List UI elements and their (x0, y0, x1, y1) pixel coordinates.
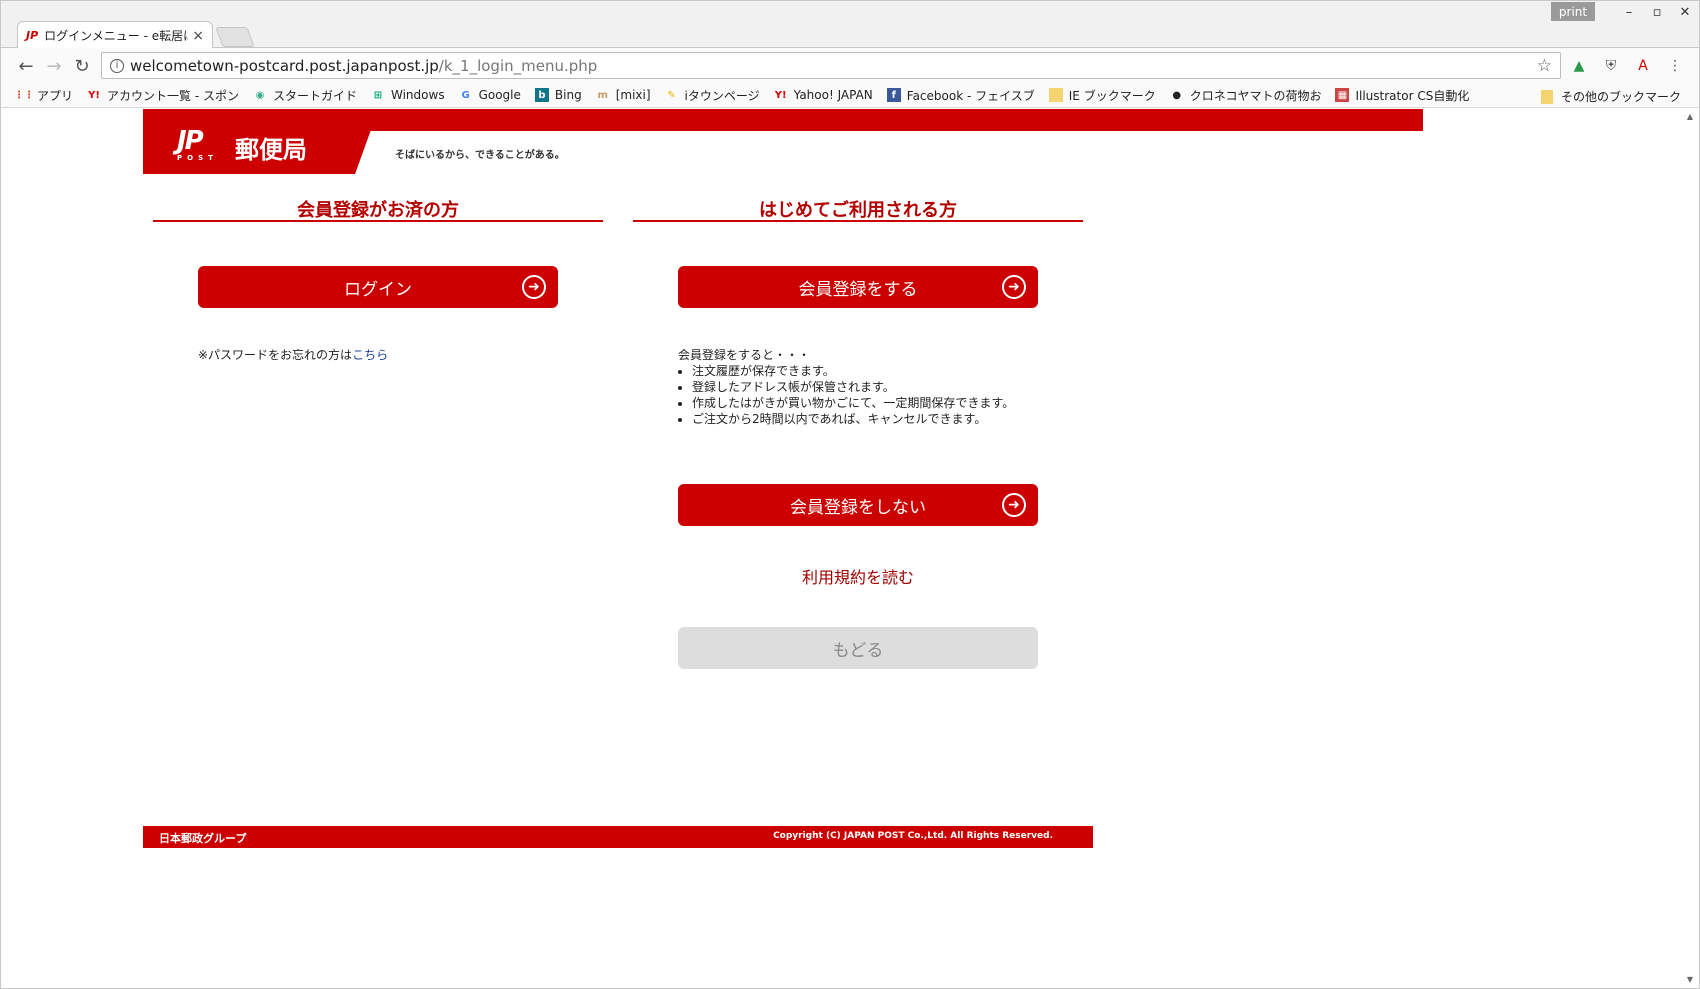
login-button[interactable]: ログイン ➜ (198, 266, 558, 308)
no-register-button-label: 会員登録をしない (790, 497, 926, 518)
japanpost-favicon-icon: JP (26, 29, 39, 42)
reload-icon[interactable]: ↻ (71, 55, 93, 77)
copyright-text: Copyright (C) JAPAN POST Co.,Ltd. All Ri… (773, 831, 1053, 841)
apps-grid-icon: ⋮⋮ (14, 89, 34, 101)
forgot-password-link[interactable]: こちら (352, 348, 388, 362)
benefits-list: 注文履歴が保存できます。 登録したアドレス帳が保管されます。 作成したはがきが買… (678, 363, 1038, 427)
shield-extension-icon[interactable]: ⛨ (1601, 56, 1621, 76)
bookmark-item[interactable]: G Google (459, 88, 520, 102)
url-path: /k_1_login_menu.php (438, 56, 598, 75)
browser-titlebar: JP ログインメニュー - e転居はが × print – ▫ ✕ (0, 0, 1700, 49)
terms-of-use-link[interactable]: 利用規約を読む (678, 564, 1038, 588)
arrow-right-circle-icon: ➜ (1002, 493, 1026, 517)
chrome-icon: ◉ (255, 89, 265, 101)
arrow-right-circle-icon: ➜ (1002, 275, 1026, 299)
continue-without-registration-button[interactable]: 会員登録をしない ➜ (678, 484, 1038, 526)
register-button[interactable]: 会員登録をする ➜ (678, 266, 1038, 308)
print-badge[interactable]: print (1551, 2, 1595, 21)
yahoo-icon: Y! (774, 89, 787, 101)
tagline: そばにいるから、できることがある。 (395, 150, 565, 161)
close-window-icon[interactable]: ✕ (1671, 1, 1699, 23)
login-button-label: ログイン (344, 279, 412, 300)
logo-name: 郵便局 (235, 136, 307, 164)
bookmark-item[interactable]: ◉ スタートガイド (253, 87, 357, 104)
facebook-icon: f (886, 88, 901, 102)
address-bar[interactable]: i welcometown-postcard.post.japanpost.jp… (101, 52, 1561, 79)
page-viewport[interactable]: ▲ ▼ JP POST 郵便局 そばにいるから、できることがある。 会員登録がお… (0, 108, 1700, 989)
arrow-right-circle-icon: ➜ (522, 275, 546, 299)
bookmark-item[interactable]: ▦ Illustrator CS自動化 (1335, 87, 1469, 104)
tab-close-icon[interactable]: × (192, 28, 204, 44)
bookmark-item[interactable]: m [mixi] (596, 88, 650, 102)
list-item: ご注文から2時間以内であれば、キャンセルできます。 (692, 411, 1038, 427)
bookmark-item[interactable]: ● クロネコヤマトの荷物お (1170, 87, 1321, 104)
bookmark-star-icon[interactable]: ☆ (1537, 56, 1552, 76)
new-tab-button[interactable] (215, 27, 255, 47)
itownpage-icon: ✎ (667, 89, 676, 101)
bookmark-item[interactable]: Y! アカウント一覧 - スポン (87, 87, 239, 104)
footer-bar: 日本郵政グループ Copyright (C) JAPAN POST Co.,Lt… (143, 826, 1093, 848)
menu-kebab-icon[interactable]: ⋮ (1665, 56, 1685, 76)
google-icon: G (461, 89, 470, 101)
back-arrow-icon[interactable]: ← (15, 55, 37, 77)
bookmark-item[interactable]: b Bing (534, 88, 582, 102)
list-item: 注文履歴が保存できます。 (692, 363, 1038, 379)
google-drive-icon[interactable]: ▲ (1569, 56, 1589, 76)
maximize-icon[interactable]: ▫ (1643, 1, 1671, 23)
minimize-icon[interactable]: – (1615, 1, 1643, 23)
bookmark-item[interactable]: IE ブックマーク (1048, 87, 1156, 104)
scroll-down-icon[interactable]: ▼ (1687, 975, 1693, 984)
first-time-section-heading: はじめてご利用される方 (633, 196, 1083, 222)
scroll-up-icon[interactable]: ▲ (1687, 112, 1693, 121)
bookmark-item[interactable]: ⋮⋮ アプリ (14, 87, 73, 104)
folder-icon (1048, 88, 1063, 102)
member-section-heading: 会員登録がお済の方 (153, 196, 603, 222)
list-item: 登録したアドレス帳が保管されます。 (692, 379, 1038, 395)
logo-post-text: POST (177, 154, 218, 162)
forward-arrow-icon[interactable]: → (43, 55, 65, 77)
mixi-icon: m (597, 89, 608, 101)
acrobat-extension-icon[interactable]: A (1633, 56, 1653, 76)
other-bookmarks[interactable]: その他のブックマーク (1540, 88, 1681, 105)
member-benefits: 会員登録をすると・・・ 注文履歴が保存できます。 登録したアドレス帳が保管されま… (678, 347, 1038, 427)
tab-title: ログインメニュー - e転居はが (44, 29, 188, 43)
register-button-label: 会員登録をする (798, 279, 918, 300)
kuroneko-icon: ● (1172, 89, 1182, 101)
back-button[interactable]: もどる (678, 627, 1038, 669)
yahoo-icon: Y! (88, 89, 100, 101)
bookmarks-bar: ⋮⋮ アプリ Y! アカウント一覧 - スポン ◉ スタートガイド ⊞ Windows … (0, 83, 1700, 108)
browser-toolbar: ← → ↻ i welcometown-postcard.post.japanp… (0, 48, 1700, 83)
bing-icon: b (534, 88, 549, 102)
window-controls: – ▫ ✕ (1615, 1, 1699, 23)
benefits-intro: 会員登録をすると・・・ (678, 348, 811, 362)
bookmark-item[interactable]: ⊞ Windows (371, 88, 445, 102)
browser-tab[interactable]: JP ログインメニュー - e転居はが × (17, 21, 213, 49)
bookmark-item[interactable]: Y! Yahoo! JAPAN (774, 88, 873, 102)
url-host: welcometown-postcard.post.japanpost.jp (130, 56, 439, 75)
illustrator-icon: ▦ (1335, 88, 1350, 102)
folder-icon (1540, 89, 1553, 104)
list-item: 作成したはがきが買い物かごにて、一定期間保存できます。 (692, 395, 1038, 411)
forgot-password-text: ※パスワードをお忘れの方はこちら (198, 348, 389, 362)
bookmark-item[interactable]: ✎ iタウンページ (665, 87, 759, 104)
site-info-icon[interactable]: i (110, 58, 124, 73)
windows-icon: ⊞ (373, 89, 383, 101)
footer-group-logo: 日本郵政グループ (159, 832, 247, 845)
bookmark-item[interactable]: f Facebook - フェイスブ (886, 87, 1035, 104)
jp-logo-icon: JP (177, 126, 204, 156)
